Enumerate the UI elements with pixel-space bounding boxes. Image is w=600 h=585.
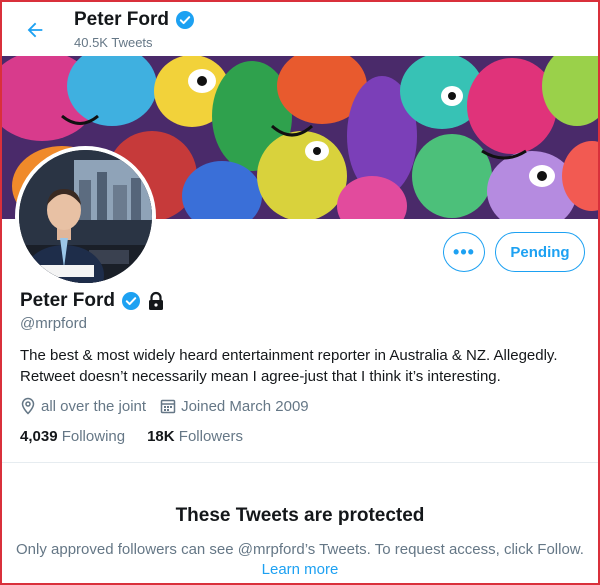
- header-title: Peter Ford: [74, 9, 195, 31]
- profile-name: Peter Ford: [20, 290, 116, 311]
- profile-meta: all over the joint Joined March 2009: [20, 397, 323, 415]
- followers-link[interactable]: 18K Followers: [147, 428, 243, 445]
- location-pin-icon: [21, 397, 35, 415]
- profile-name-row: Peter Ford: [20, 290, 165, 312]
- followers-label: Followers: [178, 428, 243, 445]
- calendar-icon: [160, 399, 176, 414]
- pending-follow-button[interactable]: Pending: [495, 232, 585, 272]
- learn-more-link[interactable]: Learn more: [262, 561, 339, 578]
- verified-badge-icon: [122, 292, 141, 310]
- back-button[interactable]: [20, 15, 50, 45]
- top-header: Peter Ford 40.5K Tweets: [2, 2, 598, 56]
- protected-title: These Tweets are protected: [175, 505, 425, 526]
- joined-item: Joined March 2009: [160, 398, 309, 415]
- location-text: all over the joint: [41, 397, 147, 415]
- lock-icon: [149, 291, 164, 310]
- more-options-button[interactable]: •••: [443, 232, 485, 272]
- profile-handle: @mrpford: [20, 315, 87, 332]
- followers-count: 18K: [147, 428, 175, 445]
- following-link[interactable]: 4,039 Following: [20, 428, 125, 445]
- verified-badge-icon: [176, 11, 195, 29]
- profile-avatar[interactable]: [15, 146, 156, 287]
- profile-bio: The best & most widely heard entertainme…: [20, 347, 558, 385]
- screenshot-frame: Peter Ford 40.5K Tweets ••• Pending Pete…: [0, 0, 600, 585]
- header-name: Peter Ford: [74, 9, 170, 30]
- learn-more-row: Learn more: [2, 561, 598, 578]
- arrow-left-icon: [27, 22, 43, 38]
- joined-text: Joined March 2009: [181, 397, 309, 415]
- location-item: all over the joint: [20, 397, 146, 415]
- tweet-count: 40.5K Tweets: [74, 35, 153, 50]
- avatar-photo: [19, 150, 152, 283]
- protected-message: Only approved followers can see @mrpford…: [16, 541, 584, 558]
- following-label: Following: [61, 428, 126, 445]
- follow-stats: 4,039 Following 18K Followers: [20, 428, 265, 445]
- following-count: 4,039: [20, 428, 58, 445]
- section-divider: [2, 462, 598, 463]
